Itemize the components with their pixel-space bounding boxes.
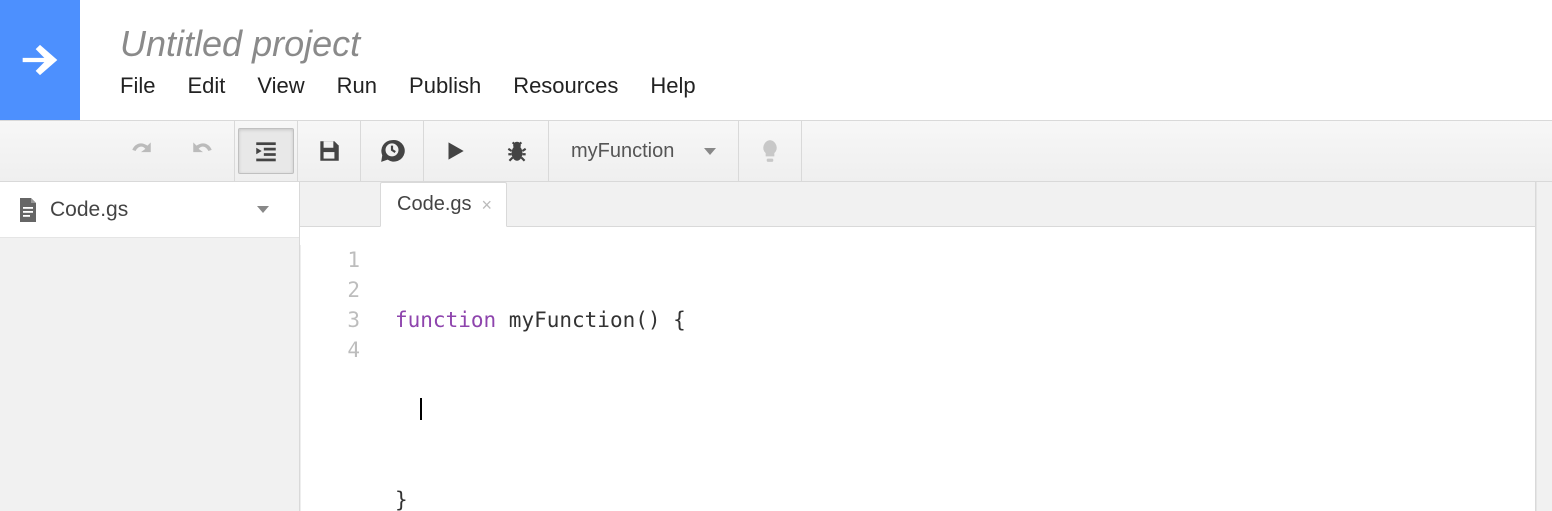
- line-number: 3: [301, 305, 360, 335]
- menu-file[interactable]: File: [120, 73, 155, 99]
- close-icon[interactable]: ×: [482, 196, 493, 214]
- editor-tab-label: Code.gs: [397, 193, 472, 216]
- tab-bar: Code.gs ×: [300, 182, 1535, 227]
- line-number: 4: [301, 335, 360, 365]
- arrow-right-icon: [14, 34, 66, 86]
- header-content: Untitled project File Edit View Run Publ…: [80, 0, 1552, 120]
- file-icon: [18, 198, 38, 222]
- code-content[interactable]: function myFunction() { }: [380, 245, 686, 511]
- code-area[interactable]: 1 2 3 4 function myFunction() { }: [300, 227, 1535, 511]
- sidebar-file-label: Code.gs: [50, 198, 128, 222]
- menu-run[interactable]: Run: [337, 73, 377, 99]
- undo-button[interactable]: [113, 128, 169, 174]
- file-sidebar: Code.gs: [0, 182, 300, 511]
- indent-button[interactable]: [238, 128, 294, 174]
- code-line: }: [395, 485, 686, 511]
- indent-icon: [253, 138, 279, 164]
- run-button[interactable]: [427, 128, 483, 174]
- code-line: [395, 395, 686, 425]
- redo-button[interactable]: [175, 128, 231, 174]
- menu-bar: File Edit View Run Publish Resources Hel…: [120, 73, 1552, 109]
- play-icon: [442, 138, 468, 164]
- project-title[interactable]: Untitled project: [120, 23, 1552, 65]
- menu-edit[interactable]: Edit: [187, 73, 225, 99]
- gutter: 1 2 3 4: [300, 245, 380, 511]
- header: Untitled project File Edit View Run Publ…: [0, 0, 1552, 120]
- menu-publish[interactable]: Publish: [409, 73, 481, 99]
- line-number: 2: [301, 275, 360, 305]
- menu-view[interactable]: View: [257, 73, 304, 99]
- line-number: 1: [301, 245, 360, 275]
- undo-icon: [128, 138, 154, 164]
- sidebar-file-item[interactable]: Code.gs: [0, 182, 299, 238]
- app-logo[interactable]: [0, 0, 80, 120]
- toolbar: myFunction: [0, 120, 1552, 182]
- menu-resources[interactable]: Resources: [513, 73, 618, 99]
- clock-bubble-icon: [379, 138, 405, 164]
- menu-help[interactable]: Help: [650, 73, 695, 99]
- chevron-down-icon: [704, 148, 716, 155]
- editor-tab[interactable]: Code.gs ×: [380, 182, 507, 227]
- function-selector-label: myFunction: [571, 140, 674, 163]
- lightbulb-icon: [757, 138, 783, 164]
- editor: Code.gs × 1 2 3 4 function myFunction() …: [300, 182, 1536, 511]
- bug-icon: [504, 138, 530, 164]
- redo-icon: [190, 138, 216, 164]
- chevron-down-icon[interactable]: [257, 206, 269, 213]
- save-button[interactable]: [301, 128, 357, 174]
- code-line: function myFunction() {: [395, 305, 686, 335]
- text-cursor: [420, 398, 422, 420]
- lightbulb-button[interactable]: [742, 128, 798, 174]
- function-selector[interactable]: myFunction: [549, 121, 738, 181]
- triggers-button[interactable]: [364, 128, 420, 174]
- save-icon: [316, 138, 342, 164]
- vertical-scrollbar[interactable]: [1536, 182, 1552, 511]
- main: Code.gs Code.gs × 1 2 3 4 function myFun…: [0, 182, 1552, 511]
- debug-button[interactable]: [489, 128, 545, 174]
